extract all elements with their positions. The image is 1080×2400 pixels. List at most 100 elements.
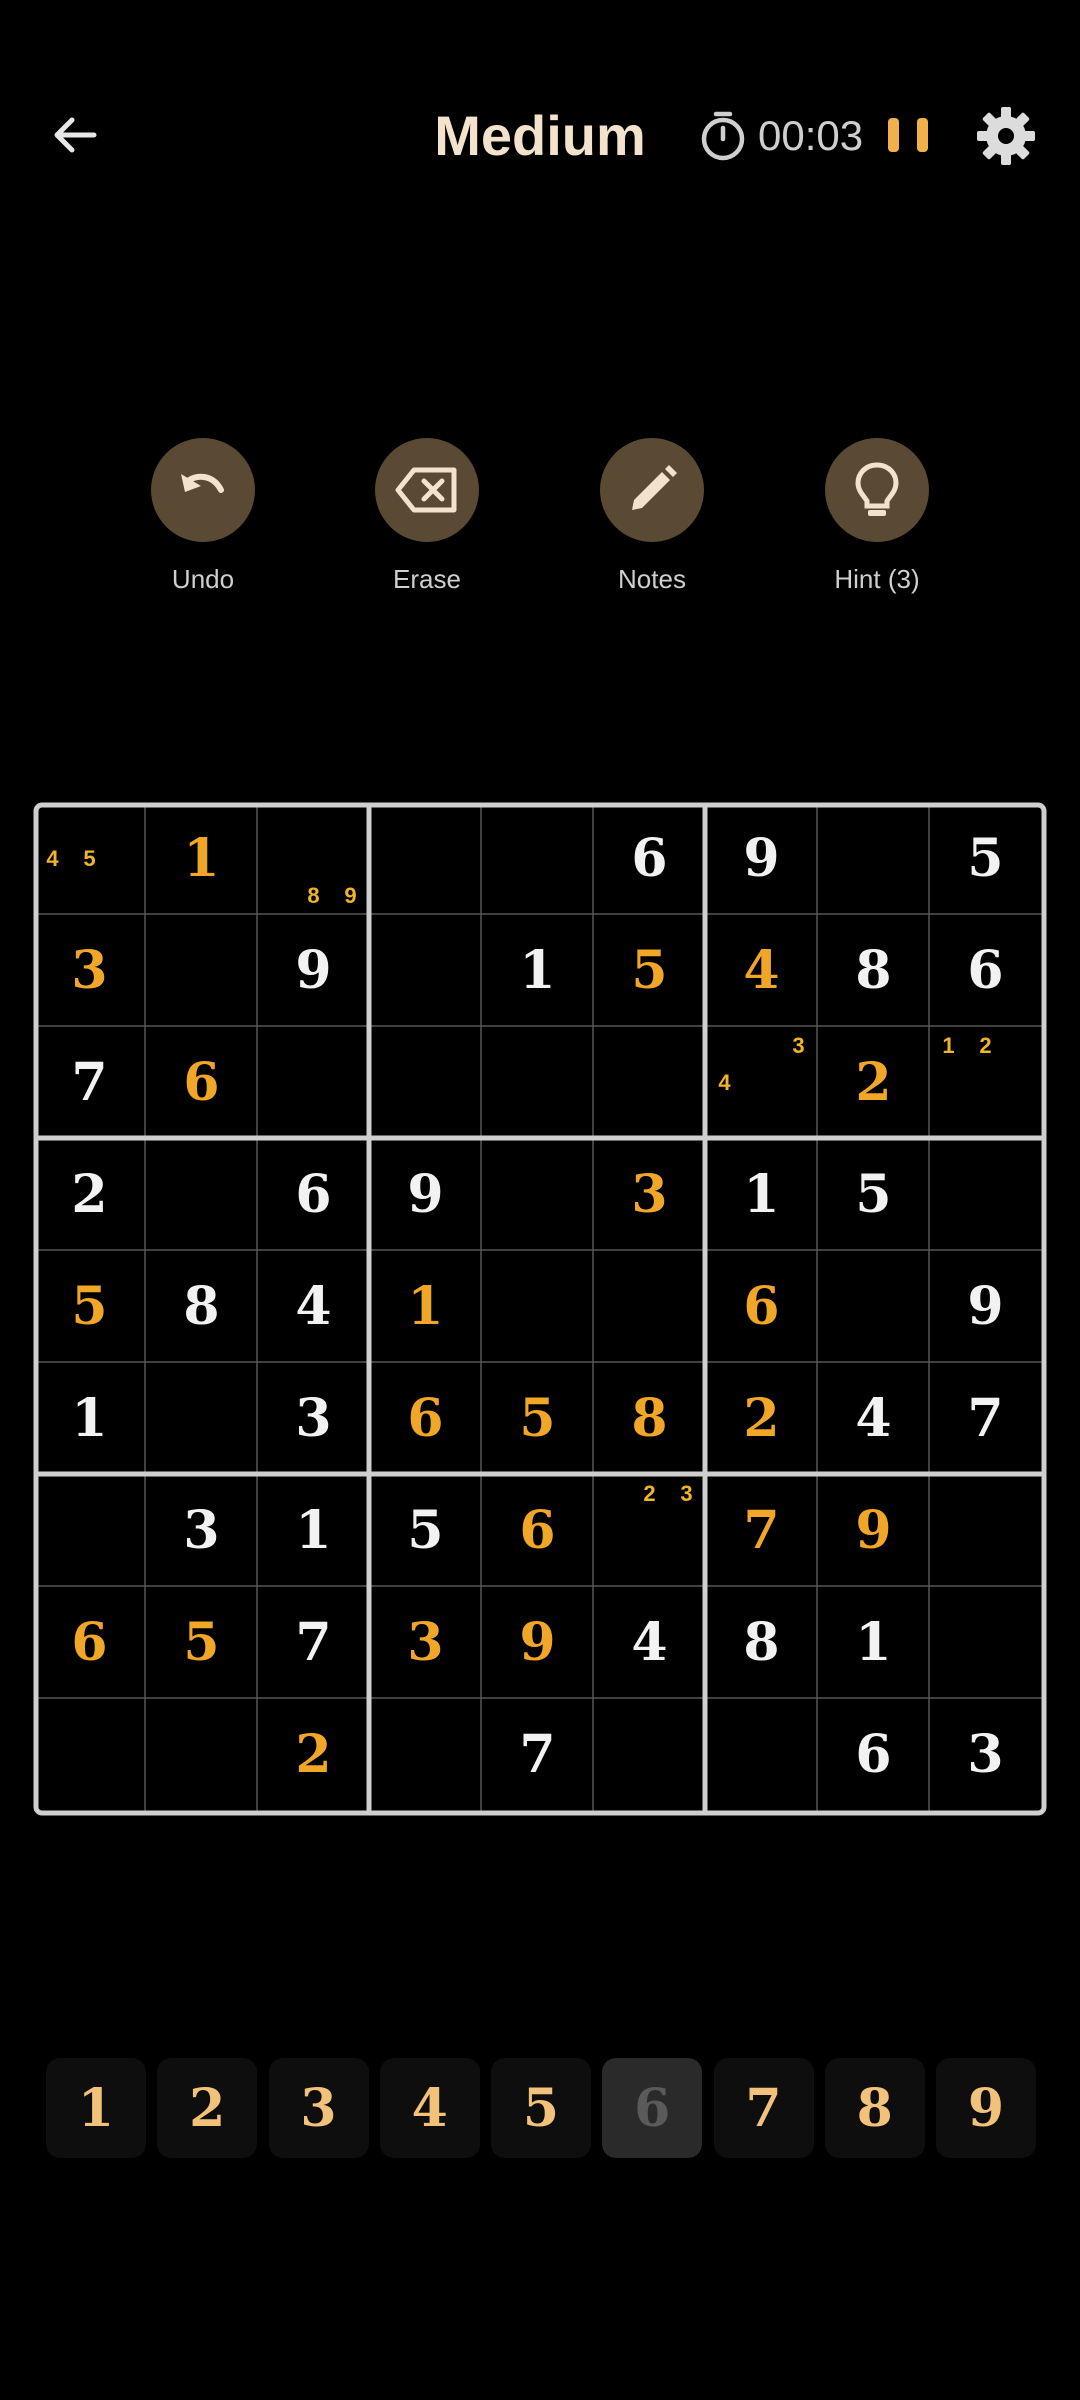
sudoku-cell-r3c8[interactable]: 2	[818, 1027, 929, 1138]
sudoku-cell-r8c8[interactable]: 1	[818, 1587, 929, 1698]
sudoku-cell-r8c6[interactable]: 4	[594, 1587, 705, 1698]
number-key-9[interactable]: 9	[936, 2058, 1036, 2158]
sudoku-cell-r1c9[interactable]: 5	[930, 803, 1041, 914]
number-key-7[interactable]: 7	[713, 2058, 814, 2158]
sudoku-cell-r9c2[interactable]	[146, 1699, 257, 1810]
sudoku-cell-r1c4[interactable]	[370, 803, 481, 914]
sudoku-cell-r7c3[interactable]: 1	[258, 1475, 369, 1586]
sudoku-cell-r8c4[interactable]: 3	[370, 1587, 481, 1698]
sudoku-cell-r3c9[interactable]: 12	[930, 1027, 1041, 1138]
sudoku-cell-r3c3[interactable]	[258, 1027, 369, 1138]
sudoku-cell-r6c9[interactable]: 7	[930, 1363, 1041, 1474]
sudoku-cell-r7c9[interactable]	[930, 1475, 1041, 1586]
erase-button[interactable]: Erase	[327, 438, 527, 595]
sudoku-cell-r7c6[interactable]: 23	[594, 1475, 705, 1586]
notes-button[interactable]: Notes	[552, 438, 752, 595]
sudoku-cell-r4c4[interactable]: 9	[370, 1139, 481, 1250]
pause-button[interactable]	[888, 118, 928, 156]
sudoku-cell-r4c3[interactable]: 6	[258, 1139, 369, 1250]
sudoku-cell-r9c4[interactable]	[370, 1699, 481, 1810]
arrow-left-icon	[54, 117, 97, 153]
sudoku-cell-r9c7[interactable]	[706, 1699, 817, 1810]
number-key-2[interactable]: 2	[157, 2058, 258, 2158]
sudoku-cell-r6c5[interactable]: 5	[482, 1363, 593, 1474]
sudoku-cell-r4c1[interactable]: 2	[34, 1139, 145, 1250]
sudoku-cell-r7c5[interactable]: 6	[482, 1475, 593, 1586]
sudoku-cell-r3c5[interactable]	[482, 1027, 593, 1138]
pencil-note: 9	[344, 882, 357, 908]
sudoku-cell-r2c7[interactable]: 4	[706, 915, 817, 1026]
sudoku-cell-r8c3[interactable]: 7	[258, 1587, 369, 1698]
sudoku-cell-r8c7[interactable]: 8	[706, 1587, 817, 1698]
sudoku-cell-r2c2[interactable]	[146, 915, 257, 1026]
sudoku-cell-r1c1[interactable]: 45	[34, 803, 145, 914]
sudoku-cell-r6c8[interactable]: 4	[818, 1363, 929, 1474]
sudoku-cell-r9c5[interactable]: 7	[482, 1699, 593, 1810]
sudoku-cell-r2c1[interactable]: 3	[34, 915, 145, 1026]
sudoku-cell-r6c7[interactable]: 2	[706, 1363, 817, 1474]
sudoku-cell-r3c7[interactable]: 34	[706, 1027, 817, 1138]
sudoku-cell-r5c9[interactable]: 9	[930, 1251, 1041, 1362]
sudoku-cell-r8c5[interactable]: 9	[482, 1587, 593, 1698]
number-key-1[interactable]: 1	[46, 2058, 146, 2158]
undo-button[interactable]: Undo	[103, 438, 303, 595]
number-key-4[interactable]: 4	[379, 2058, 480, 2158]
sudoku-cell-r8c1[interactable]: 6	[34, 1587, 145, 1698]
sudoku-cell-r5c4[interactable]: 1	[370, 1251, 481, 1362]
undo-icon	[181, 473, 224, 493]
sudoku-cell-r1c7[interactable]: 9	[706, 803, 817, 914]
sudoku-cell-r3c1[interactable]: 7	[34, 1027, 145, 1138]
sudoku-cell-r1c5[interactable]	[482, 803, 593, 914]
sudoku-cell-r2c5[interactable]: 1	[482, 915, 593, 1026]
sudoku-cell-r5c5[interactable]	[482, 1251, 593, 1362]
sudoku-cell-r1c3[interactable]: 89	[258, 803, 369, 914]
sudoku-cell-r2c8[interactable]: 8	[818, 915, 929, 1026]
number-key-3[interactable]: 3	[268, 2058, 369, 2158]
sudoku-cell-r9c9[interactable]: 3	[930, 1699, 1041, 1810]
sudoku-cell-r7c2[interactable]: 3	[146, 1475, 257, 1586]
sudoku-cell-r2c6[interactable]: 5	[594, 915, 705, 1026]
sudoku-cell-r6c3[interactable]: 3	[258, 1363, 369, 1474]
sudoku-cell-r8c9[interactable]	[930, 1587, 1041, 1698]
sudoku-cell-r5c2[interactable]: 8	[146, 1251, 257, 1362]
number-key-8[interactable]: 8	[824, 2058, 925, 2158]
sudoku-cell-r3c4[interactable]	[370, 1027, 481, 1138]
sudoku-cell-r5c1[interactable]: 5	[34, 1251, 145, 1362]
sudoku-cell-r5c3[interactable]: 4	[258, 1251, 369, 1362]
sudoku-cell-r2c9[interactable]: 6	[930, 915, 1041, 1026]
sudoku-cell-r2c3[interactable]: 9	[258, 915, 369, 1026]
sudoku-cell-r5c8[interactable]	[818, 1251, 929, 1362]
sudoku-cell-r3c6[interactable]	[594, 1027, 705, 1138]
sudoku-cell-r8c2[interactable]: 5	[146, 1587, 257, 1698]
sudoku-cell-r9c3[interactable]: 2	[258, 1699, 369, 1810]
sudoku-cell-r9c1[interactable]	[34, 1699, 145, 1810]
gear-icon[interactable]	[976, 106, 1036, 166]
sudoku-cell-r7c4[interactable]: 5	[370, 1475, 481, 1586]
sudoku-cell-r7c7[interactable]: 7	[706, 1475, 817, 1586]
sudoku-cell-r6c2[interactable]	[146, 1363, 257, 1474]
sudoku-cell-r2c4[interactable]	[370, 915, 481, 1026]
sudoku-cell-r4c7[interactable]: 1	[706, 1139, 817, 1250]
hint-button[interactable]: Hint (3)	[777, 438, 977, 595]
sudoku-cell-r1c6[interactable]: 6	[594, 803, 705, 914]
sudoku-cell-r4c9[interactable]	[930, 1139, 1041, 1250]
erase-label: Erase	[393, 564, 461, 594]
sudoku-cell-r7c8[interactable]: 9	[818, 1475, 929, 1586]
sudoku-cell-r1c2[interactable]: 1	[146, 803, 257, 914]
sudoku-cell-r7c1[interactable]	[34, 1475, 145, 1586]
sudoku-cell-r6c6[interactable]: 8	[594, 1363, 705, 1474]
sudoku-cell-r9c6[interactable]	[594, 1699, 705, 1810]
sudoku-cell-r4c8[interactable]: 5	[818, 1139, 929, 1250]
number-key-5[interactable]: 5	[491, 2058, 591, 2158]
sudoku-cell-r6c4[interactable]: 6	[370, 1363, 481, 1474]
sudoku-cell-r9c8[interactable]: 6	[818, 1699, 929, 1810]
sudoku-cell-r5c6[interactable]	[594, 1251, 705, 1362]
sudoku-cell-r3c2[interactable]: 6	[146, 1027, 257, 1138]
sudoku-cell-r5c7[interactable]: 6	[706, 1251, 817, 1362]
sudoku-cell-r4c2[interactable]	[146, 1139, 257, 1250]
sudoku-cell-r4c6[interactable]: 3	[594, 1139, 705, 1250]
back-button[interactable]	[40, 100, 110, 170]
sudoku-cell-r1c8[interactable]	[818, 803, 929, 914]
sudoku-cell-r4c5[interactable]	[482, 1139, 593, 1250]
sudoku-cell-r6c1[interactable]: 1	[34, 1363, 145, 1474]
